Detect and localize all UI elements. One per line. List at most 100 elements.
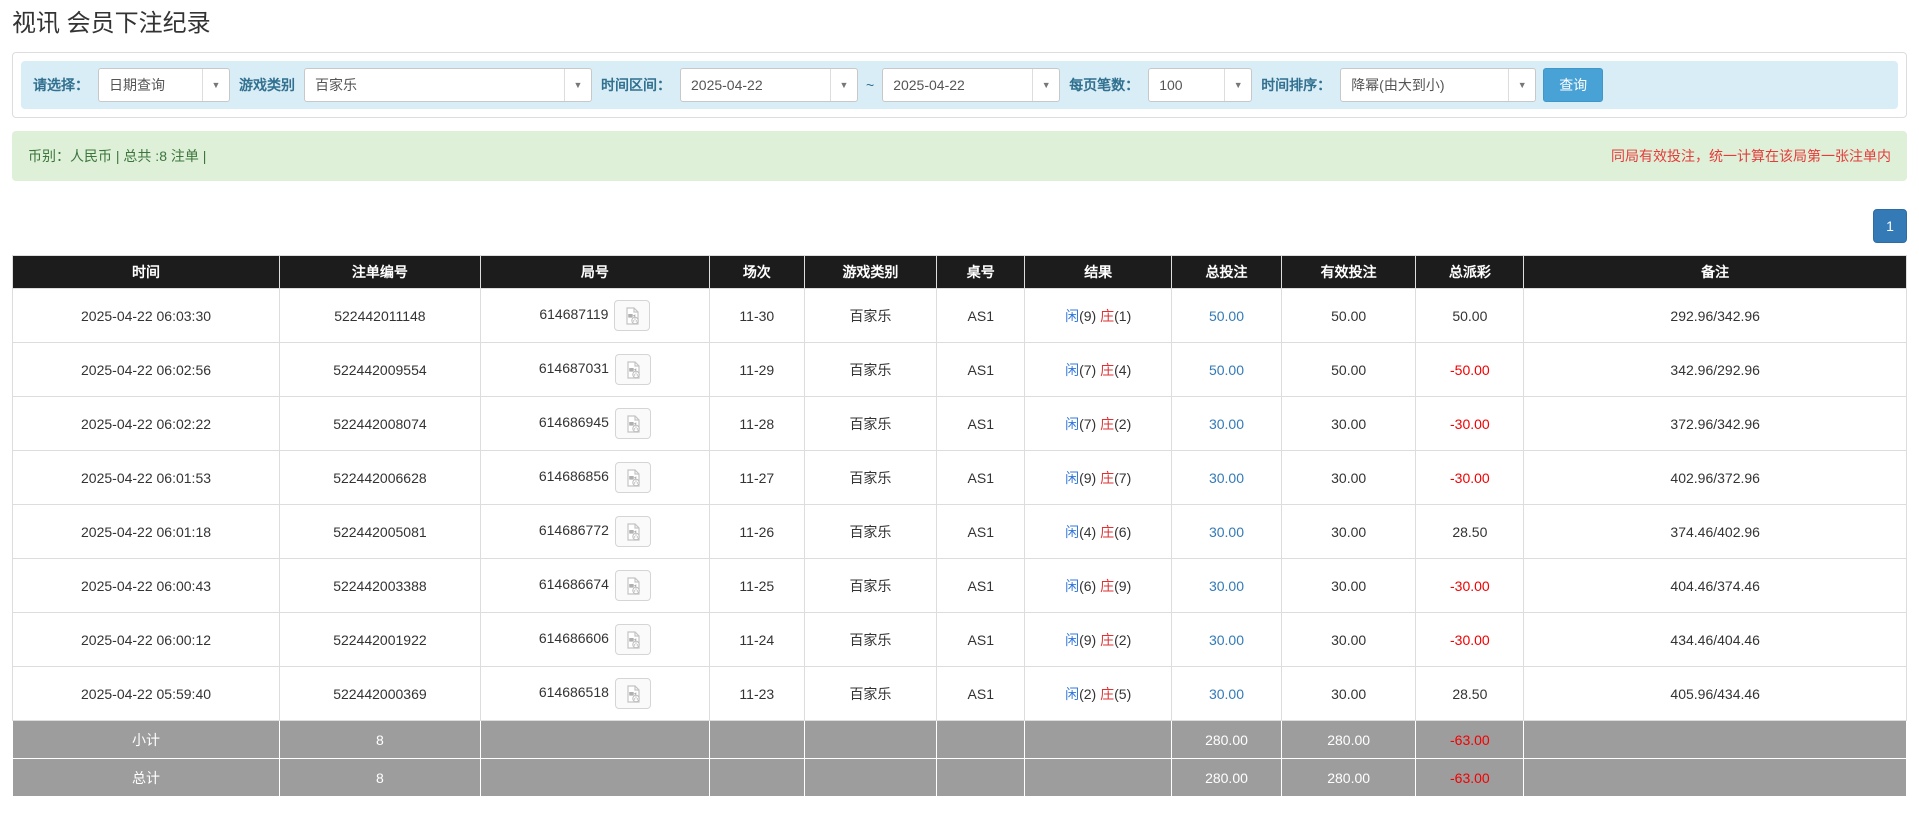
video-replay-icon [622,306,642,326]
col-header-time: 时间 [13,256,280,289]
table-row: 2025-04-22 06:02:56 522442009554 6146870… [13,343,1907,397]
total-bet-link[interactable]: 30.00 [1209,632,1244,648]
result-player-label: 闲 [1065,524,1079,540]
cell-time: 2025-04-22 06:02:22 [13,397,280,451]
result-banker-label: 庄 [1100,308,1114,324]
cell-round-id: 614687031 [480,343,709,397]
cell-valid-bet: 30.00 [1281,613,1415,667]
summary-row: 总计 8 280.00 280.00 -63.00 [13,759,1907,797]
cell-payout: -50.00 [1416,343,1524,397]
summary-label: 总计 [13,759,280,797]
video-replay-button[interactable] [615,678,651,709]
cell-payout: -30.00 [1416,613,1524,667]
cell-note: 342.96/292.96 [1524,343,1907,397]
cell-note: 292.96/342.96 [1524,289,1907,343]
chevron-down-icon: ▼ [202,69,229,101]
cell-bet-id: 522442008074 [280,397,481,451]
cell-payout: -30.00 [1416,559,1524,613]
cell-valid-bet: 50.00 [1281,343,1415,397]
result-player-label: 闲 [1065,632,1079,648]
video-replay-button[interactable] [615,354,651,385]
cell-payout: 28.50 [1416,667,1524,721]
result-player-label: 闲 [1065,308,1079,324]
video-replay-button[interactable] [615,624,651,655]
cell-valid-bet: 50.00 [1281,289,1415,343]
pagination-page-1-button[interactable]: 1 [1873,209,1907,243]
date-to-value: 2025-04-22 [883,69,1032,101]
date-to-select[interactable]: 2025-04-22 ▼ [882,68,1060,102]
cell-time: 2025-04-22 06:01:18 [13,505,280,559]
search-button[interactable]: 查询 [1543,68,1603,102]
cell-session: 11-26 [709,505,804,559]
total-bet-link[interactable]: 30.00 [1209,470,1244,486]
total-bet-link[interactable]: 30.00 [1209,416,1244,432]
table-row: 2025-04-22 06:03:30 522442011148 6146871… [13,289,1907,343]
video-replay-button[interactable] [615,462,651,493]
cell-valid-bet: 30.00 [1281,505,1415,559]
video-replay-button[interactable] [614,300,650,331]
chevron-down-icon: ▼ [830,69,857,101]
cell-time: 2025-04-22 06:02:56 [13,343,280,397]
cell-table-no: AS1 [937,667,1025,721]
total-bet-link[interactable]: 50.00 [1209,308,1244,324]
video-replay-button[interactable] [615,516,651,547]
cell-session: 11-29 [709,343,804,397]
cell-game: 百家乐 [804,559,937,613]
round-id-text: 614686856 [539,468,609,484]
cell-total-bet: 30.00 [1172,451,1282,505]
cell-bet-id: 522442011148 [280,289,481,343]
cell-game: 百家乐 [804,397,937,451]
cell-total-bet: 30.00 [1172,667,1282,721]
video-replay-icon [623,414,643,434]
page-size-select[interactable]: 100 ▼ [1148,68,1252,102]
date-from-select[interactable]: 2025-04-22 ▼ [680,68,858,102]
cell-table-no: AS1 [937,397,1025,451]
result-player-score: (7) [1079,362,1096,378]
cell-game: 百家乐 [804,343,937,397]
query-type-select[interactable]: 日期查询 ▼ [98,68,230,102]
total-bet-link[interactable]: 30.00 [1209,686,1244,702]
cell-bet-id: 522442003388 [280,559,481,613]
summary-valid-bet: 280.00 [1281,759,1415,797]
round-id-text: 614687119 [539,306,608,322]
game-category-select[interactable]: 百家乐 ▼ [304,68,592,102]
result-banker-score: (6) [1114,524,1131,540]
cell-round-id: 614686518 [480,667,709,721]
cell-session: 11-25 [709,559,804,613]
result-banker-score: (7) [1114,470,1131,486]
date-range-separator: ~ [865,77,875,93]
result-player-label: 闲 [1065,362,1079,378]
cell-note: 404.46/374.46 [1524,559,1907,613]
cell-note: 434.46/404.46 [1524,613,1907,667]
filter-bar: 请选择： 日期查询 ▼ 游戏类别 百家乐 ▼ 时间区间： 2025-04-22 … [21,61,1898,109]
table-row: 2025-04-22 05:59:40 522442000369 6146865… [13,667,1907,721]
video-replay-icon [623,360,643,380]
result-player-score: (2) [1079,686,1096,702]
summary-total-bet: 280.00 [1172,759,1282,797]
cell-note: 374.46/402.96 [1524,505,1907,559]
cell-time: 2025-04-22 06:03:30 [13,289,280,343]
col-header-bet-id: 注单编号 [280,256,481,289]
video-replay-button[interactable] [615,570,651,601]
cell-bet-id: 522442000369 [280,667,481,721]
cell-payout: 50.00 [1416,289,1524,343]
chevron-down-icon: ▼ [564,69,591,101]
cell-game: 百家乐 [804,505,937,559]
round-id-text: 614686772 [539,522,609,538]
cell-round-id: 614686606 [480,613,709,667]
table-row: 2025-04-22 06:00:12 522442001922 6146866… [13,613,1907,667]
video-replay-button[interactable] [615,408,651,439]
result-player-score: (9) [1079,470,1096,486]
time-sort-select[interactable]: 降幂(由大到小) ▼ [1340,68,1536,102]
total-bet-link[interactable]: 30.00 [1209,524,1244,540]
summary-count: 8 [280,759,481,797]
summary-total-bet: 280.00 [1172,721,1282,759]
result-banker-label: 庄 [1100,470,1114,486]
round-id-text: 614687031 [539,360,609,376]
cell-table-no: AS1 [937,451,1025,505]
cell-result: 闲(9) 庄(1) [1025,289,1172,343]
col-header-table-no: 桌号 [937,256,1025,289]
summary-payout: -63.00 [1416,759,1524,797]
total-bet-link[interactable]: 50.00 [1209,362,1244,378]
total-bet-link[interactable]: 30.00 [1209,578,1244,594]
